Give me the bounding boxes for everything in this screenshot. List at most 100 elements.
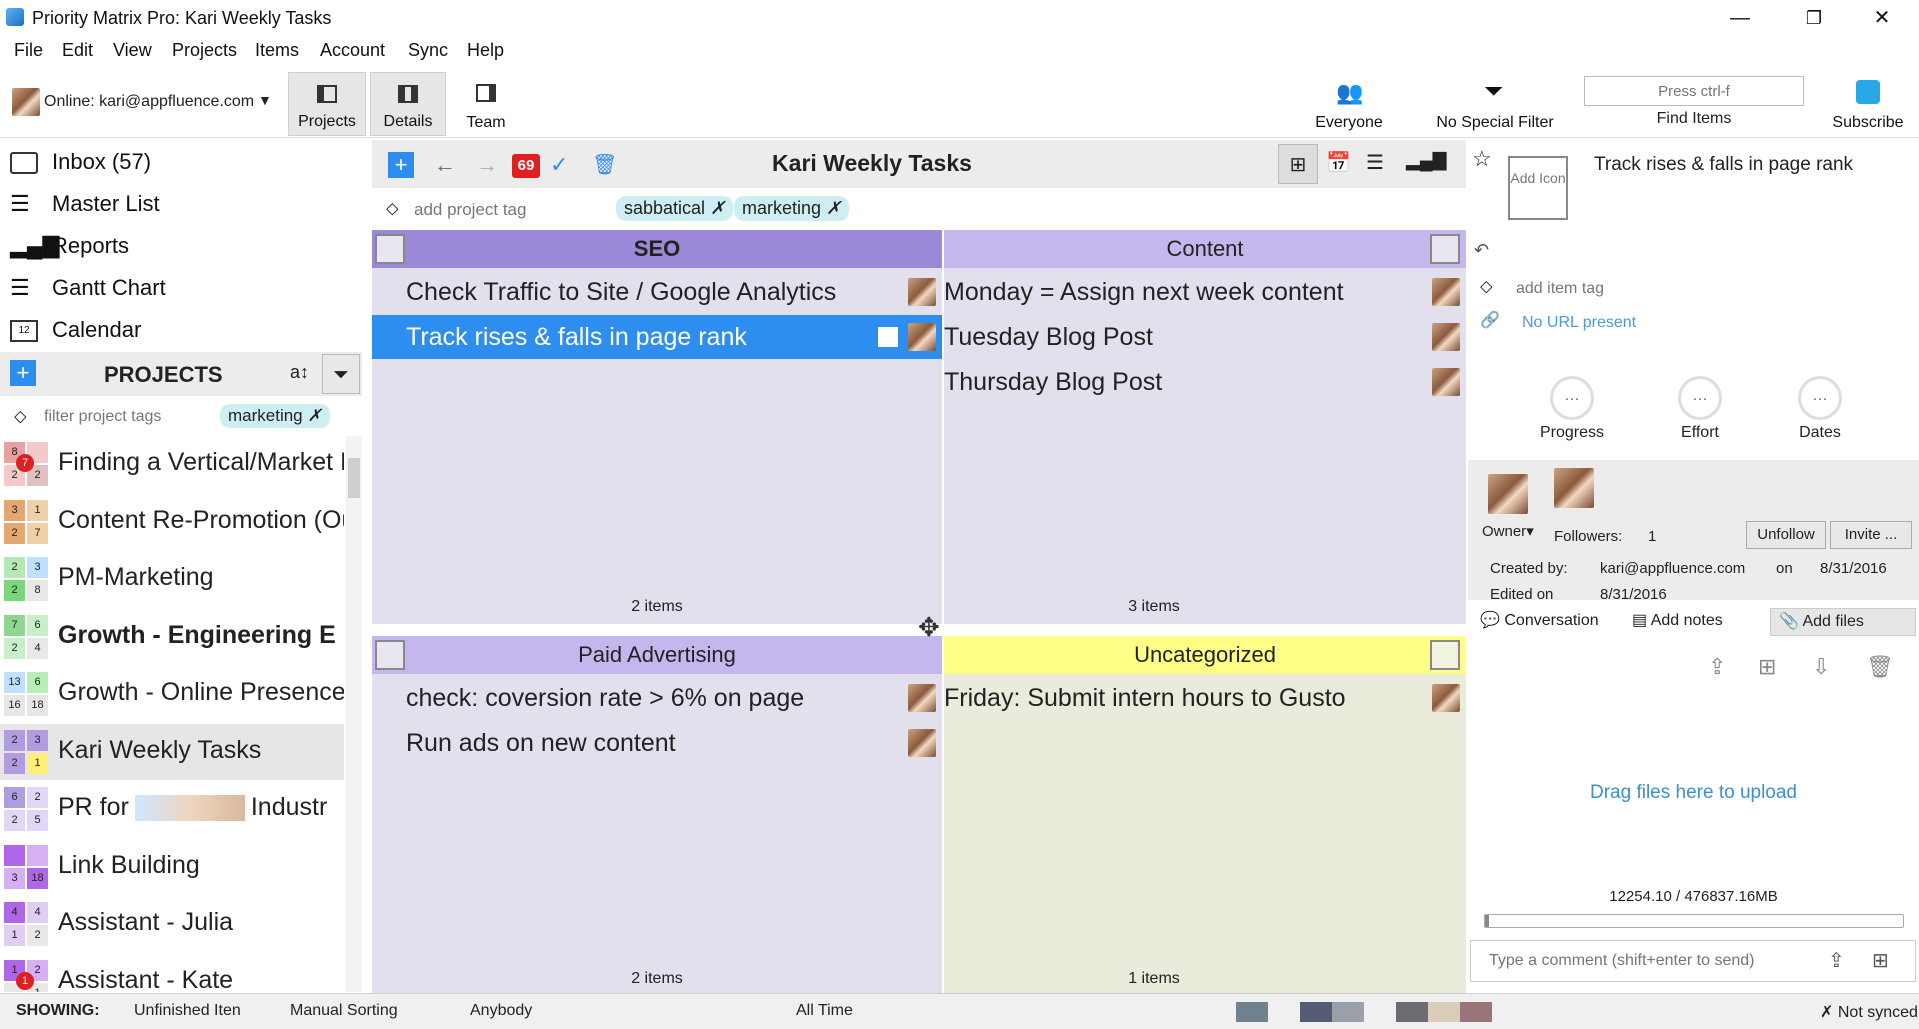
project-item[interactable]: 13 6 16 18 Growth - Online Presence: [0, 666, 344, 722]
menu-view[interactable]: View: [113, 40, 152, 61]
find-input[interactable]: [1584, 76, 1804, 106]
project-item[interactable]: 8 2 2 7 Finding a Vertical/Market R: [0, 436, 344, 492]
check-icon[interactable]: ✓: [550, 152, 568, 178]
details-pane-button[interactable]: Details: [370, 72, 446, 136]
scrollbar-thumb[interactable]: [348, 458, 360, 498]
task-item[interactable]: Thursday Blog Post: [944, 360, 1466, 404]
add-item-tag[interactable]: add item tag: [1516, 280, 1604, 298]
upload-icon[interactable]: ⇪: [1828, 948, 1845, 973]
forward-arrow-icon[interactable]: →: [476, 152, 498, 178]
quadrant-color-swatch[interactable]: [1396, 1002, 1428, 1022]
star-icon[interactable]: ☆: [1472, 146, 1492, 172]
sync-status[interactable]: ✗ Not synced: [1820, 1002, 1918, 1022]
menu-sync[interactable]: Sync: [408, 40, 448, 61]
task-checkbox[interactable]: [878, 327, 898, 347]
status-sorting[interactable]: Manual Sorting: [290, 1002, 398, 1020]
owner-avatar[interactable]: [1488, 474, 1528, 514]
file-drop-zone[interactable]: Drag files here to upload: [1468, 782, 1919, 804]
report-view-icon[interactable]: ▂▄▇: [1406, 150, 1446, 171]
comment-input[interactable]: [1470, 940, 1916, 982]
task-item-selected[interactable]: Track rises & falls in page rank: [372, 315, 942, 359]
overdue-badge[interactable]: 69: [512, 154, 540, 178]
task-item[interactable]: Run ads on new content: [372, 721, 942, 765]
sidebar-item-inbox[interactable]: Inbox (57): [10, 144, 350, 180]
quadrant-select-checkbox[interactable]: [1430, 640, 1460, 670]
add-project-icon[interactable]: +: [10, 360, 36, 386]
add-project-tag[interactable]: add project tag: [414, 200, 526, 220]
undo-icon[interactable]: ↶: [1474, 240, 1489, 261]
quadrant-color-swatch[interactable]: [1300, 1002, 1332, 1022]
remove-tag-icon[interactable]: ✗: [826, 198, 841, 218]
sort-az-icon[interactable]: a↕: [290, 362, 309, 383]
follower-avatar[interactable]: [1554, 468, 1594, 508]
download-icon[interactable]: ⇩: [1812, 654, 1830, 680]
status-who[interactable]: Anybody: [470, 1002, 532, 1020]
everyone-button[interactable]: 👥 Everyone: [1302, 72, 1396, 136]
menu-account[interactable]: Account: [320, 40, 385, 61]
conversation-tab[interactable]: 💬 Conversation: [1480, 610, 1599, 630]
project-item[interactable]: 4 4 1 2 Assistant - Julia: [0, 896, 344, 952]
unfollow-button[interactable]: Unfollow: [1746, 521, 1826, 549]
project-item[interactable]: 6 2 2 5 PR for Industr: [0, 781, 344, 837]
project-item[interactable]: 7 6 2 4 Growth - Engineering E: [0, 609, 344, 665]
url-field[interactable]: No URL present: [1522, 314, 1636, 332]
sidebar-item-reports[interactable]: ▂▄▇ Reports: [10, 228, 350, 264]
dates-circle[interactable]: …: [1798, 376, 1842, 420]
subscribe-button[interactable]: Subscribe: [1828, 72, 1908, 136]
add-item-icon[interactable]: +: [388, 152, 414, 178]
filter-tag-chip[interactable]: marketing ✗: [220, 404, 330, 428]
project-filter-icon[interactable]: ⏷: [322, 354, 360, 394]
effort-circle[interactable]: …: [1678, 376, 1722, 420]
add-file-icon[interactable]: ⊞: [1758, 654, 1776, 680]
sidebar-item-calendar[interactable]: 12 Calendar: [10, 312, 350, 348]
project-tag-chip[interactable]: sabbatical ✗: [616, 196, 734, 221]
special-filter-button[interactable]: ⏷ No Special Filter: [1430, 72, 1560, 136]
project-item[interactable]: 1211 Assistant - Kate: [0, 954, 344, 992]
back-arrow-icon[interactable]: ←: [434, 152, 456, 178]
quadrant-select-checkbox[interactable]: [375, 640, 405, 670]
add-files-tab[interactable]: 📎 Add files: [1770, 608, 1916, 636]
add-notes-tab[interactable]: ▤ Add notes: [1632, 610, 1723, 630]
quadrant-select-checkbox[interactable]: [375, 234, 405, 264]
remove-tag-icon[interactable]: ✗: [307, 406, 321, 425]
menu-help[interactable]: Help: [467, 40, 504, 61]
menu-items[interactable]: Items: [255, 40, 299, 61]
account-dropdown-icon[interactable]: ▼: [258, 92, 272, 108]
restore-button[interactable]: ❐: [1784, 0, 1844, 36]
sidebar-item-master-list[interactable]: ☰ Master List: [10, 186, 350, 222]
sidebar-item-gantt[interactable]: ☰ Gantt Chart: [10, 270, 350, 306]
quadrant-color-swatch[interactable]: [1428, 1002, 1460, 1022]
team-pane-button[interactable]: Team: [452, 72, 520, 136]
share-icon[interactable]: ⇪: [1708, 654, 1726, 680]
progress-circle[interactable]: …: [1550, 376, 1594, 420]
menu-file[interactable]: File: [14, 40, 43, 61]
menu-projects[interactable]: Projects: [172, 40, 237, 61]
quadrant-header-uncategorized[interactable]: Uncategorized: [944, 636, 1466, 674]
item-title[interactable]: Track rises & falls in page rank: [1594, 154, 1914, 176]
calendar-view-icon[interactable]: 📅: [1326, 150, 1351, 175]
project-item[interactable]: 3 18 Link Building: [0, 839, 344, 895]
trash-icon[interactable]: 🗑: [592, 152, 617, 177]
task-item[interactable]: Tuesday Blog Post: [944, 315, 1466, 359]
project-item[interactable]: 3 1 2 7 Content Re-Promotion (Ou: [0, 494, 344, 550]
filter-project-tags[interactable]: filter project tags: [44, 408, 161, 426]
add-icon-button[interactable]: Add Icon: [1508, 156, 1568, 220]
task-item[interactable]: Friday: Submit intern hours to Gusto: [944, 676, 1466, 720]
gantt-view-icon[interactable]: ☰: [1366, 150, 1384, 175]
quadrant-select-checkbox[interactable]: [1430, 234, 1460, 264]
quadrant-resize-handle-icon[interactable]: ✥: [918, 612, 940, 643]
project-item[interactable]: 2 3 2 1 Kari Weekly Tasks: [0, 723, 344, 780]
owner-label[interactable]: Owner▾: [1482, 522, 1534, 540]
quadrant-view-icon[interactable]: ⊞: [1278, 144, 1318, 184]
project-list-scrollbar[interactable]: [346, 436, 362, 992]
account-status[interactable]: Online: kari@appfluence.com: [44, 93, 254, 111]
project-tag-chip[interactable]: marketing ✗: [734, 196, 850, 221]
quadrant-color-swatch[interactable]: [1236, 1002, 1268, 1022]
close-button[interactable]: ✕: [1852, 0, 1912, 36]
delete-file-icon[interactable]: 🗑: [1866, 654, 1894, 680]
attach-icon[interactable]: ⊞: [1872, 948, 1889, 973]
quadrant-color-swatch[interactable]: [1460, 1002, 1492, 1022]
quadrant-header-seo[interactable]: SEO: [372, 230, 942, 268]
task-item[interactable]: Check Traffic to Site / Google Analytics: [372, 270, 942, 314]
status-when[interactable]: All Time: [796, 1002, 853, 1020]
